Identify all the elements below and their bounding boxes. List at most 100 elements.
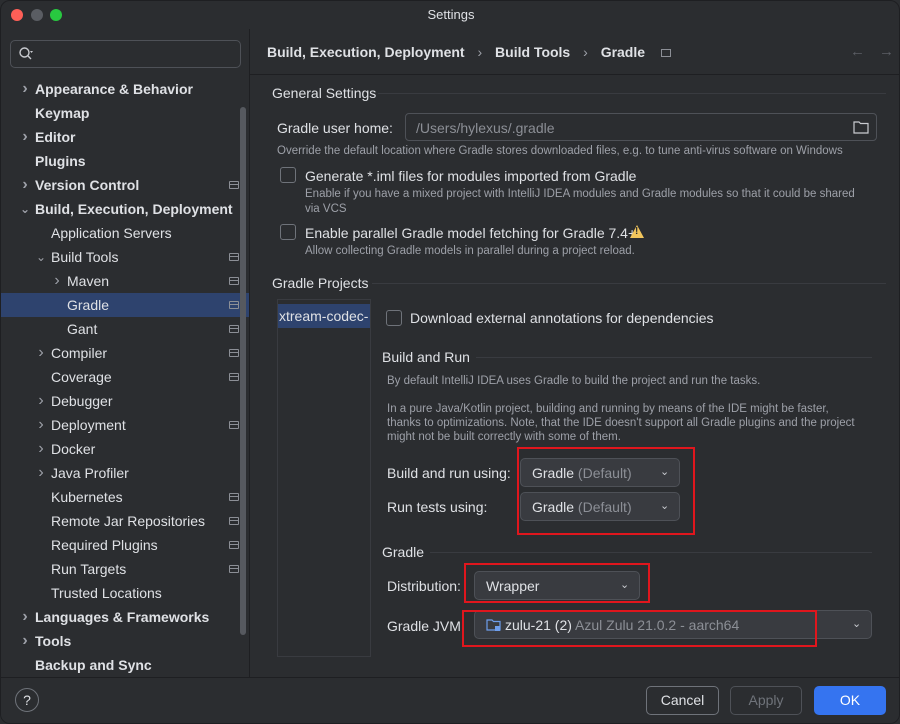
gradle-user-home-input[interactable]: /Users/hylexus/.gradle: [405, 113, 877, 141]
settings-content: Build, Execution, Deployment › Build Too…: [249, 29, 899, 677]
chevron-right-icon[interactable]: ›: [19, 605, 31, 629]
project-scope-icon: [229, 349, 239, 357]
tree-item-gant[interactable]: Gant: [1, 317, 249, 341]
back-arrow-icon[interactable]: ←: [850, 43, 879, 60]
tree-item-keymap[interactable]: Keymap: [1, 101, 249, 125]
tree-item-coverage[interactable]: Coverage: [1, 365, 249, 389]
maximize-window-button[interactable]: [50, 9, 62, 21]
header-divider: [250, 74, 899, 75]
gradle-projects-title: Gradle Projects: [272, 275, 369, 291]
run-tests-using-label: Run tests using:: [387, 499, 488, 515]
project-scope-icon: [229, 373, 239, 381]
tree-item-trusted-locations[interactable]: Trusted Locations: [1, 581, 249, 605]
gradle-user-home-label: Gradle user home:: [277, 120, 393, 136]
build-run-hint-4: might not be built correctly with some o…: [387, 431, 621, 443]
tree-item-kubernetes[interactable]: Kubernetes: [1, 485, 249, 509]
project-scope-icon: [229, 253, 239, 261]
tree-item-label: Gradle: [67, 297, 110, 313]
help-button[interactable]: ?: [15, 688, 39, 712]
chevron-right-icon[interactable]: ›: [51, 269, 63, 293]
tree-item-version-control[interactable]: › Version Control: [1, 173, 249, 197]
tree-item-languages-frameworks[interactable]: › Languages & Frameworks: [1, 605, 249, 629]
chevron-right-icon[interactable]: ›: [19, 173, 31, 197]
tree-item-docker[interactable]: › Docker: [1, 437, 249, 461]
distribution-label: Distribution:: [387, 578, 461, 594]
tree-item-application-servers[interactable]: Application Servers: [1, 221, 249, 245]
settings-window: Settings › Appearance & Behavior Keymap › Ed…: [0, 0, 900, 724]
project-scope-icon: [229, 181, 239, 189]
tree-item-label: Tools: [35, 633, 72, 649]
generate-iml-label: Generate *.iml files for modules importe…: [305, 168, 637, 184]
tree-item-label: Plugins: [35, 153, 86, 169]
chevron-right-icon[interactable]: ›: [19, 125, 31, 149]
project-list-item[interactable]: xtream-codec-: [278, 304, 370, 328]
tree-item-deployment[interactable]: › Deployment: [1, 413, 249, 437]
parallel-fetching-checkbox[interactable]: [280, 224, 296, 240]
tree-item-appearance-behavior[interactable]: › Appearance & Behavior: [1, 77, 249, 101]
sidebar-scrollbar[interactable]: [240, 107, 246, 635]
minimize-window-button[interactable]: [31, 9, 43, 21]
breadcrumb-build-tools[interactable]: Build Tools: [495, 44, 570, 60]
tree-item-build-tools[interactable]: ⌄ Build Tools: [1, 245, 249, 269]
tree-item-java-profiler[interactable]: › Java Profiler: [1, 461, 249, 485]
project-scope-icon: [229, 517, 239, 525]
chevron-right-icon[interactable]: ›: [35, 461, 47, 485]
tree-item-compiler[interactable]: › Compiler: [1, 341, 249, 365]
tree-item-label: Deployment: [51, 417, 126, 433]
build-run-hint-2: In a pure Java/Kotlin project, building …: [387, 403, 829, 415]
tree-item-editor[interactable]: › Editor: [1, 125, 249, 149]
tree-item-tools[interactable]: › Tools: [1, 629, 249, 653]
tree-item-build-execution-deployment[interactable]: ⌄ Build, Execution, Deployment: [1, 197, 249, 221]
tree-item-gradle[interactable]: Gradle: [1, 293, 249, 317]
project-scope-icon: [229, 541, 239, 549]
tree-item-label: Build, Execution, Deployment: [35, 201, 233, 217]
tree-item-required-plugins[interactable]: Required Plugins: [1, 533, 249, 557]
settings-tree: › Appearance & Behavior Keymap › Editor Plugi…: [1, 77, 249, 677]
tree-item-label: Kubernetes: [51, 489, 123, 505]
chevron-right-icon[interactable]: ›: [35, 437, 47, 461]
chevron-right-icon[interactable]: ›: [35, 389, 47, 413]
tree-item-maven[interactable]: › Maven: [1, 269, 249, 293]
download-annotations-checkbox[interactable]: [386, 310, 402, 326]
build-run-using-label: Build and run using:: [387, 465, 511, 481]
tree-item-label: Docker: [51, 441, 96, 457]
chevron-right-icon[interactable]: ›: [35, 341, 47, 365]
chevron-down-icon[interactable]: ⌄: [19, 197, 31, 221]
tree-item-label: Remote Jar Repositories: [51, 513, 206, 529]
tree-item-label: Coverage: [51, 369, 112, 385]
forward-arrow-icon[interactable]: →: [879, 43, 899, 60]
tree-item-remote-jar-repositories[interactable]: Remote Jar Repositories: [1, 509, 249, 533]
tree-item-label: Build Tools: [51, 249, 119, 265]
build-run-hint-3: thanks to optimizations. Note, that the …: [387, 417, 855, 429]
chevron-right-icon[interactable]: ›: [35, 413, 47, 437]
tree-item-plugins[interactable]: Plugins: [1, 149, 249, 173]
folder-icon[interactable]: [853, 120, 869, 134]
chevron-down-icon: ⌄: [852, 618, 862, 630]
chevron-right-icon[interactable]: ›: [19, 629, 31, 653]
tree-item-backup-and-sync[interactable]: Backup and Sync: [1, 653, 249, 677]
generate-iml-checkbox[interactable]: [280, 167, 296, 183]
cancel-button[interactable]: Cancel: [646, 686, 719, 715]
gradle-user-home-value: /Users/hylexus/.gradle: [416, 120, 555, 136]
gradle-section-title: Gradle: [382, 544, 425, 560]
search-input[interactable]: [10, 40, 241, 68]
tree-item-label: Keymap: [35, 105, 90, 121]
warning-icon: [630, 225, 644, 238]
gradle-projects-list: xtream-codec-: [277, 299, 371, 657]
section-divider: [372, 283, 886, 284]
highlight-box-build-run: [517, 447, 695, 535]
tree-item-debugger[interactable]: › Debugger: [1, 389, 249, 413]
general-settings-title: General Settings: [272, 85, 377, 101]
chevron-down-icon[interactable]: ⌄: [35, 245, 47, 269]
breadcrumb-build-execution-deployment[interactable]: Build, Execution, Deployment: [267, 44, 465, 60]
ok-button[interactable]: OK: [814, 686, 886, 715]
tree-item-label: Appearance & Behavior: [35, 81, 193, 97]
section-divider: [430, 552, 872, 553]
apply-button[interactable]: Apply: [730, 686, 802, 715]
settings-sidebar: › Appearance & Behavior Keymap › Editor Plugi…: [1, 29, 249, 677]
section-divider: [378, 93, 886, 94]
gradle-user-home-hint: Override the default location where Grad…: [277, 145, 843, 157]
chevron-right-icon[interactable]: ›: [19, 77, 31, 101]
close-window-button[interactable]: [11, 9, 23, 21]
tree-item-run-targets[interactable]: Run Targets: [1, 557, 249, 581]
